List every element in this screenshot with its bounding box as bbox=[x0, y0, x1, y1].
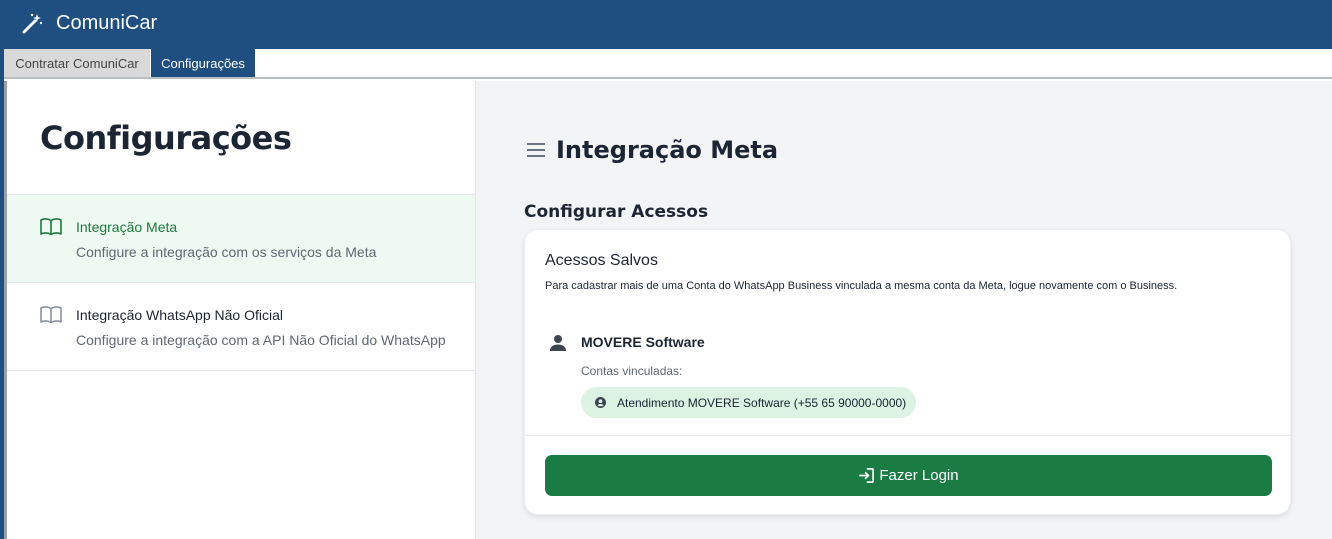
sidebar-item-whatsapp-nao-oficial[interactable]: Integração WhatsApp Não Oficial Configur… bbox=[7, 283, 475, 371]
account-circle-icon bbox=[595, 397, 606, 408]
app-title: ComuniCar bbox=[56, 12, 158, 34]
sidebar-item-title: Integração WhatsApp Não Oficial bbox=[76, 307, 283, 323]
card-description: Para cadastrar mais de uma Conta do What… bbox=[545, 280, 1178, 292]
section-title: Configurar Acessos bbox=[524, 202, 709, 222]
page-title: Integração Meta bbox=[556, 136, 779, 164]
book-open-icon bbox=[40, 218, 62, 236]
book-open-icon bbox=[40, 306, 62, 324]
app-titlebar: ComuniCar bbox=[0, 0, 1332, 49]
login-icon bbox=[859, 468, 875, 483]
magic-wand-icon bbox=[22, 13, 43, 34]
linked-accounts-label: Contas vinculadas: bbox=[581, 364, 683, 378]
sidebar-item-description: Configure a integração com a API Não Ofi… bbox=[76, 332, 446, 348]
card-title: Acessos Salvos bbox=[545, 252, 658, 269]
sidebar-item-description: Configure a integração com os serviços d… bbox=[76, 244, 377, 260]
settings-sidebar: Configurações Integração Meta Configure … bbox=[7, 81, 476, 539]
tab-contratar-comunicar[interactable]: Contratar ComuniCar bbox=[4, 49, 150, 77]
card-divider bbox=[525, 435, 1290, 436]
login-button[interactable]: Fazer Login bbox=[545, 455, 1272, 496]
saved-access-card: Acessos Salvos Para cadastrar mais de um… bbox=[524, 229, 1291, 515]
sidebar-item-title: Integração Meta bbox=[76, 219, 178, 235]
tab-bar: Contratar ComuniCar Configurações bbox=[4, 49, 1332, 79]
person-icon bbox=[550, 335, 566, 351]
tab-configuracoes[interactable]: Configurações bbox=[151, 49, 255, 77]
sidebar-item-integracao-meta[interactable]: Integração Meta Configure a integração c… bbox=[7, 195, 475, 283]
sidebar-title: Configurações bbox=[40, 119, 292, 157]
login-button-label: Fazer Login bbox=[879, 467, 959, 484]
main-content: Integração Meta Configurar Acessos Acess… bbox=[476, 81, 1332, 539]
account-name: MOVERE Software bbox=[581, 334, 705, 350]
linked-account-chip: Atendimento MOVERE Software (+55 65 9000… bbox=[581, 387, 917, 418]
linked-account-label: Atendimento MOVERE Software (+55 65 9000… bbox=[617, 395, 907, 410]
menu-toggle-icon[interactable] bbox=[527, 143, 545, 157]
